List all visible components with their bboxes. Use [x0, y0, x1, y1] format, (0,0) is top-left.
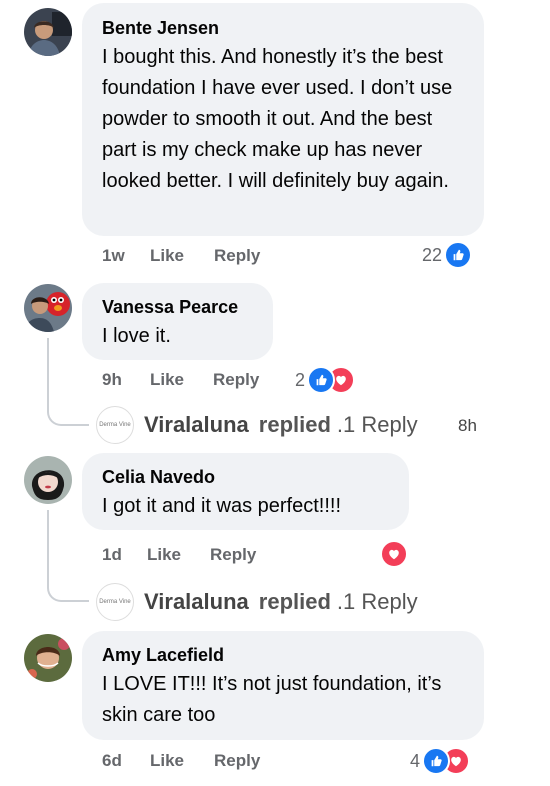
- comment-actions: 6d Like Reply: [102, 751, 322, 775]
- reply-timestamp: 8h: [458, 416, 477, 435]
- avatar[interactable]: [24, 634, 72, 682]
- reply-thread-line: [47, 338, 89, 426]
- comment-actions: 9h Like Reply: [102, 370, 292, 394]
- avatar[interactable]: [24, 284, 72, 332]
- avatar[interactable]: [24, 456, 72, 504]
- reactions-summary[interactable]: [380, 540, 408, 568]
- like-button[interactable]: Like: [150, 751, 184, 771]
- reactions-summary[interactable]: 4: [410, 747, 471, 775]
- like-button[interactable]: Like: [150, 370, 184, 390]
- comment-timestamp[interactable]: 9h: [102, 370, 122, 390]
- comment-text: I love it.: [102, 325, 171, 347]
- replied-label: replied: [258, 589, 331, 614]
- reply-button[interactable]: Reply: [214, 246, 260, 266]
- comment-bubble: Bente Jensen I bought this. And honestly…: [82, 3, 484, 236]
- avatar[interactable]: [24, 8, 72, 56]
- view-replies-link[interactable]: Derma Vine Viralaluna replied .1 Reply: [96, 583, 496, 621]
- comment-text: I LOVE IT!!! It’s not just foundation, i…: [102, 673, 442, 726]
- view-replies-link[interactable]: Derma Vine Viralaluna replied .1 Reply 8…: [96, 406, 496, 444]
- like-button[interactable]: Like: [150, 246, 184, 266]
- comment-bubble: Amy Lacefield I LOVE IT!!! It’s not just…: [82, 631, 484, 740]
- reaction-count: 22: [422, 244, 443, 265]
- reactions-summary[interactable]: 22: [422, 241, 473, 269]
- reply-count: .1 Reply: [336, 412, 418, 437]
- page-avatar: Derma Vine: [96, 406, 134, 444]
- like-icon: [444, 241, 473, 269]
- comment-bubble: Vanessa Pearce I love it.: [82, 283, 273, 360]
- reply-button[interactable]: Reply: [213, 370, 259, 390]
- page-avatar: Derma Vine: [96, 583, 134, 621]
- like-button[interactable]: Like: [147, 545, 181, 565]
- reply-thread-line: [47, 510, 89, 602]
- comment-timestamp[interactable]: 1w: [102, 246, 125, 266]
- reaction-count: 2: [295, 369, 306, 390]
- comment-author[interactable]: Celia Navedo: [102, 466, 393, 488]
- reactions-summary[interactable]: 2: [295, 366, 356, 394]
- love-icon: [380, 540, 408, 568]
- reply-count: .1 Reply: [336, 589, 418, 614]
- reply-button[interactable]: Reply: [210, 545, 256, 565]
- comment-author[interactable]: Bente Jensen: [102, 17, 468, 39]
- reply-button[interactable]: Reply: [214, 751, 260, 771]
- like-icon: [307, 366, 336, 394]
- comment-timestamp[interactable]: 6d: [102, 751, 122, 771]
- like-icon: [422, 747, 451, 775]
- replied-label: replied: [258, 412, 331, 437]
- comment-text: I got it and it was perfect!!!!: [102, 495, 342, 517]
- comment-author[interactable]: Amy Lacefield: [102, 644, 468, 666]
- reply-author: Viralaluna: [144, 589, 249, 614]
- comment-text: I bought this. And honestly it’s the bes…: [102, 46, 453, 192]
- comment-actions: 1d Like Reply: [102, 545, 322, 569]
- reaction-count: 4: [410, 750, 421, 771]
- comment-timestamp[interactable]: 1d: [102, 545, 122, 565]
- reply-author: Viralaluna: [144, 412, 249, 437]
- comment-bubble: Celia Navedo I got it and it was perfect…: [82, 453, 409, 530]
- comment-author[interactable]: Vanessa Pearce: [102, 296, 257, 318]
